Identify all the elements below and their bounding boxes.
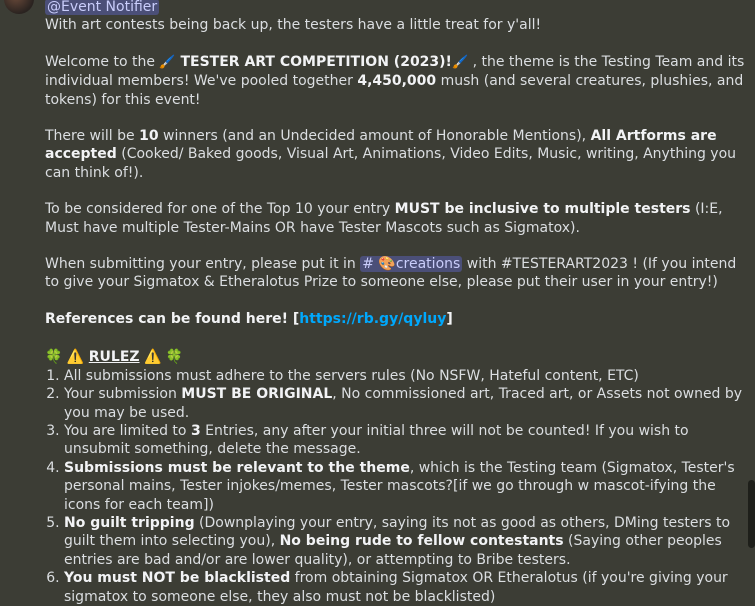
paintbrush-icon: 🖌️: [159, 54, 176, 70]
text: To be considered for one of the Top 10 y…: [45, 201, 395, 218]
winners-paragraph: There will be 10 winners (and an Undecid…: [45, 127, 751, 182]
rule-item: All submissions must adhere to the serve…: [64, 367, 751, 385]
mush-amount: 4,450,000: [357, 73, 437, 90]
rule-item: No guilt tripping (Downplaying your entr…: [64, 514, 751, 569]
warning-clover-icons: ⚠️ 🍀: [139, 349, 184, 366]
top10-paragraph: To be considered for one of the Top 10 y…: [45, 200, 751, 237]
rule-item: Submissions must be relevant to the them…: [64, 459, 751, 514]
strong: Submissions must be relevant to the them…: [64, 459, 410, 476]
paintbrush-icon: 🖌️: [451, 54, 469, 70]
rule-item: You are limited to 3 Entries, any after …: [64, 422, 751, 459]
bracket: ]: [446, 310, 453, 327]
scrollbar-thumb[interactable]: [748, 480, 755, 548]
references-link[interactable]: https://rb.gy/qyluy: [299, 311, 446, 327]
text: Welcome to the: [45, 53, 160, 70]
event-notifier-mention[interactable]: @Event Notifier: [45, 0, 160, 15]
inclusive-strong: MUST be inclusive to multiple testers: [394, 201, 691, 218]
text: (Cooked/ Baked goods, Visual Art, Animat…: [45, 146, 737, 181]
text: There will be: [45, 128, 140, 145]
strong: No being rude to fellow contestants: [279, 533, 564, 550]
rules-title: RULEZ: [88, 349, 140, 366]
text: You are limited to: [64, 422, 191, 439]
strong: You must NOT be blacklisted: [64, 570, 291, 587]
clover-warning-icons: 🍀 ⚠️: [45, 349, 89, 366]
text: All submissions must adhere to the serve…: [64, 367, 639, 384]
text: Your submission: [64, 386, 182, 403]
winner-count: 10: [139, 128, 159, 145]
strong: 3: [190, 422, 201, 439]
rules-header: 🍀 ⚠️ RULEZ ⚠️ 🍀: [45, 348, 751, 366]
rules-list: All submissions must adhere to the serve…: [45, 367, 751, 606]
channel-creations-link[interactable]: # 🎨creations: [360, 256, 463, 273]
rule-item: You must NOT be blacklisted from obtaini…: [64, 569, 751, 606]
references-paragraph: References can be found here! [https://r…: [45, 310, 751, 328]
avatar[interactable]: [4, 0, 34, 14]
text: winners (and an Undecided amount of Hono…: [158, 128, 591, 145]
intro-text: With art contests being back up, the tes…: [45, 17, 542, 34]
text: When submitting your entry, please put i…: [45, 256, 361, 273]
strong: No guilt tripping: [64, 514, 195, 531]
welcome-paragraph: Welcome to the 🖌️ TESTER ART COMPETITION…: [45, 53, 751, 109]
rule-item: Your submission MUST BE ORIGINAL, No com…: [64, 385, 751, 422]
message-content: @Event Notifier With art contests being …: [45, 0, 751, 606]
submit-paragraph: When submitting your entry, please put i…: [45, 255, 751, 292]
strong: MUST BE ORIGINAL: [181, 386, 333, 403]
mention-line: @Event Notifier: [45, 0, 751, 16]
competition-title: TESTER ART COMPETITION (2023)!: [175, 53, 452, 70]
references-label: References can be found here! [: [45, 310, 300, 327]
